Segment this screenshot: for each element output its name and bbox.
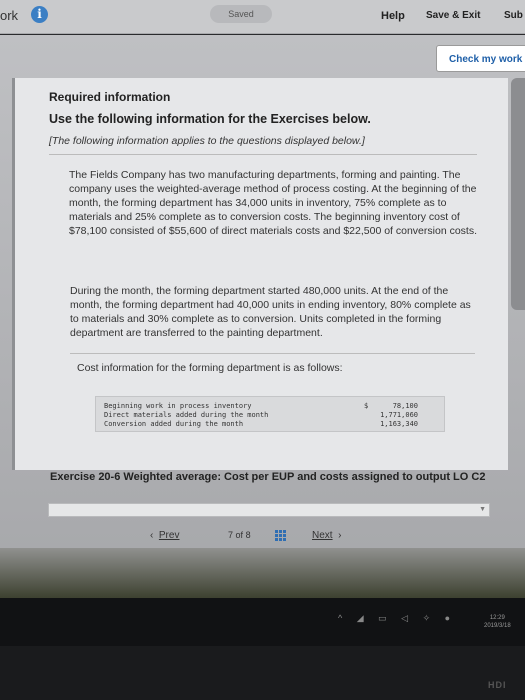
divider xyxy=(70,353,475,354)
page-current: 7 xyxy=(228,530,234,540)
chevron-left-icon: ‹ xyxy=(150,530,159,541)
grid-icon[interactable] xyxy=(275,530,286,541)
cost-row-label: Beginning work in process inventory xyxy=(104,402,252,410)
required-information-heading: Required information xyxy=(49,90,171,104)
cost-row-label: Direct materials added during the month xyxy=(104,411,269,419)
cost-info-intro: Cost information for the forming departm… xyxy=(77,362,343,374)
saved-status-badge: Saved xyxy=(210,5,272,23)
month-activity-paragraph: During the month, the forming department… xyxy=(70,285,471,339)
info-icon[interactable]: i xyxy=(31,6,48,23)
prev-label: Prev xyxy=(158,530,180,541)
chevron-down-icon: ▼ xyxy=(479,506,486,513)
clock-time: 12:29 xyxy=(489,615,505,621)
progress-fill xyxy=(49,504,489,516)
page-total: 8 xyxy=(245,530,251,540)
clock-date: 2019/3/18 xyxy=(484,623,511,629)
cost-row-value: 1,163,340 xyxy=(380,420,418,428)
scrollbar[interactable] xyxy=(511,78,525,310)
cost-row-value: 1,771,060 xyxy=(380,411,418,419)
check-my-work-button[interactable]: Check my work xyxy=(436,45,525,72)
prev-button[interactable]: ‹ Prev xyxy=(150,530,179,541)
company-description-paragraph: The Fields Company has two manufacturing… xyxy=(69,169,477,237)
next-label: Next xyxy=(312,530,333,541)
cost-row-label: Conversion added during the month xyxy=(104,420,244,428)
taskbar-clock[interactable]: 12:29 2019/3/18 xyxy=(484,614,511,630)
next-button[interactable]: Next › xyxy=(312,530,341,541)
help-button[interactable]: Help xyxy=(381,10,405,22)
divider xyxy=(49,154,477,155)
desktop-background xyxy=(0,548,525,598)
information-card: Required information Use the following i… xyxy=(12,78,508,470)
monitor-brand-logo: HDI xyxy=(488,680,507,690)
chevron-right-icon: › xyxy=(332,530,342,541)
monitor-bezel xyxy=(0,646,525,700)
page-of: of xyxy=(235,530,244,540)
save-and-exit-button[interactable]: Save & Exit xyxy=(426,10,480,21)
currency-symbol: $ xyxy=(364,402,369,410)
cost-information-table: Beginning work in process inventory $ 78… xyxy=(95,396,445,432)
system-tray-icons[interactable]: ^ ◢ ▭ ◁ ✧ ● xyxy=(338,613,456,624)
applies-note: [The following information applies to th… xyxy=(49,135,365,147)
instructions-heading: Use the following information for the Ex… xyxy=(49,112,371,126)
exercise-progress-bar: ▼ xyxy=(48,503,490,517)
page-indicator: 7 of 8 xyxy=(228,530,251,540)
top-app-bar: ork i Saved Help Save & Exit Sub xyxy=(0,0,525,34)
cost-row-value: 78,100 xyxy=(392,402,418,410)
exercise-title: Exercise 20-6 Weighted average: Cost per… xyxy=(50,471,486,483)
window-title-fragment: ork xyxy=(0,8,19,23)
submit-button[interactable]: Sub xyxy=(504,10,523,21)
